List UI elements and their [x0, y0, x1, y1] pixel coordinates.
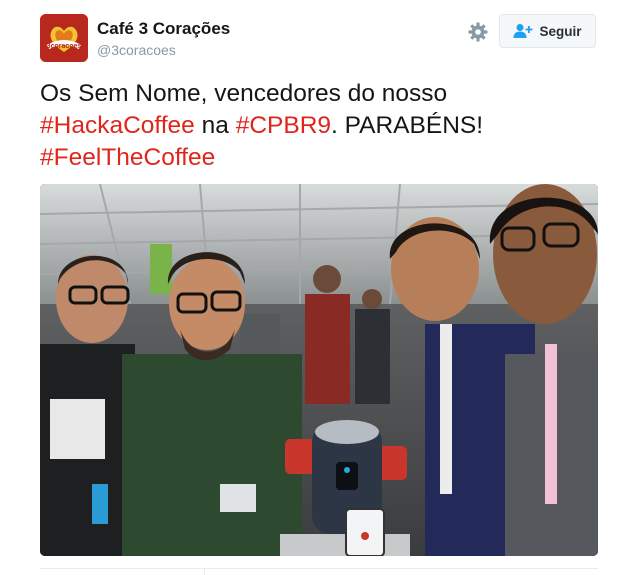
tweet-text-line-1: Os Sem Nome, vencedores do nosso	[40, 80, 448, 107]
brand-logo: 3coracoes	[40, 14, 88, 62]
tweet-text: Os Sem Nome, vencedores do nosso #HackaC…	[40, 78, 600, 174]
divider-tick	[204, 568, 205, 575]
add-user-icon	[513, 24, 533, 38]
hashtag-feelthecoffee[interactable]: #FeelTheCoffee	[40, 144, 215, 171]
follow-button[interactable]: Seguir	[499, 14, 596, 48]
photo-illustration	[40, 184, 598, 556]
divider	[40, 568, 598, 569]
hashtag-hackacoffee[interactable]: #HackaCoffee	[40, 112, 195, 139]
account-handle[interactable]: @3coracoes	[97, 42, 176, 58]
follow-button-label: Seguir	[539, 23, 582, 39]
account-display-name[interactable]: Café 3 Corações	[97, 19, 230, 39]
tweet-text-connector: na	[194, 112, 236, 139]
gear-icon[interactable]	[466, 20, 490, 44]
hashtag-cpbr9[interactable]: #CPBR9	[236, 112, 331, 139]
tweet-photo[interactable]	[40, 184, 598, 556]
avatar[interactable]: 3coracoes	[40, 14, 88, 62]
tweet-text-congrats: . PARABÉNS!	[331, 112, 484, 139]
avatar-wordmark: 3coracoes	[47, 43, 82, 50]
